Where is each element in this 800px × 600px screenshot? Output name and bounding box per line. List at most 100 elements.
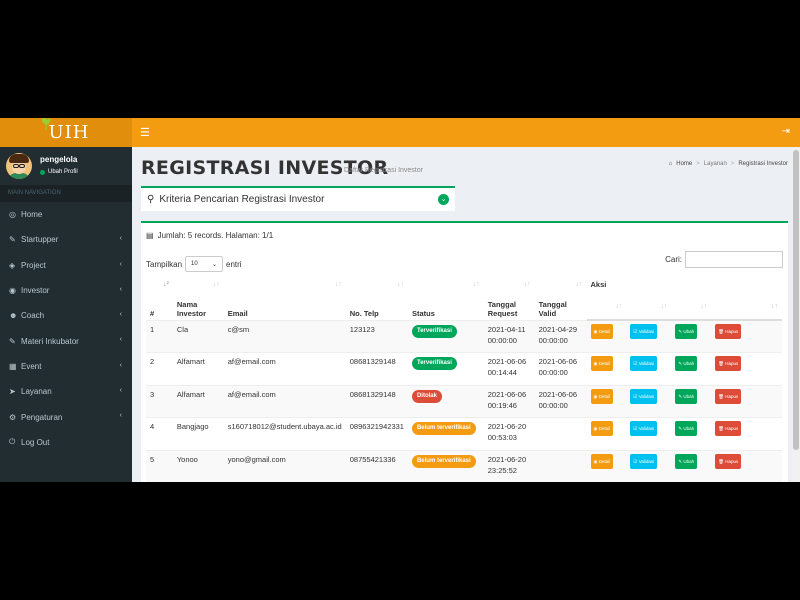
hapus-button[interactable]: 🗑 Hapus [715, 356, 742, 372]
col-telp[interactable]: ↓↑ No. Telp [346, 278, 408, 320]
logo-area[interactable]: UIH [0, 118, 132, 147]
cell-email: yono@gmail.com [223, 449, 346, 482]
nav-header: MAIN NAVIGATION [0, 185, 132, 202]
eye-icon: ◉ [593, 329, 598, 334]
criteria-title: Kriteria Pencarian Registrasi Investor [159, 194, 325, 205]
search-criteria-panel[interactable]: ⚲ Kriteria Pencarian Registrasi Investor… [141, 186, 455, 211]
sidebar-item-startupper[interactable]: ✎ Startupper ‹ [0, 227, 132, 252]
col-request[interactable]: ↓↑ Tanggal Request [484, 278, 535, 320]
logo-text: UIH [48, 122, 90, 143]
search-label: Cari: [665, 255, 682, 264]
cell-telp: 123123 [345, 319, 408, 353]
status-badge: Belum terverifikasi [411, 422, 476, 436]
sidebar-item-home[interactable]: ◎ Home [0, 202, 132, 227]
ubah-button[interactable]: ✎ Ubah [675, 453, 698, 469]
ubah-button[interactable]: ✎ Ubah [675, 324, 698, 339]
edit-icon: ✎ [678, 458, 683, 464]
sidebar-item-materi-inkubator[interactable]: ✎ Materi Inkubator ‹ [0, 328, 132, 353]
ubah-button[interactable]: ✎ Ubah [675, 388, 698, 404]
hapus-button[interactable]: 🗑 Hapus [715, 388, 742, 404]
cell-action: ✎ Ubah [671, 319, 712, 353]
col-aksi-ubah[interactable]: ↓↑ [671, 300, 712, 321]
col-no[interactable]: ↓² # [146, 278, 173, 320]
chevron-left-icon: ‹ [119, 285, 122, 293]
main-content: REGISTRASI INVESTOR Daftar Registrasi In… [132, 147, 800, 482]
detail-button[interactable]: ◉ Detail [590, 356, 614, 372]
detail-button-label: Detail [598, 393, 611, 399]
col-nama[interactable]: ↓↑ Nama Investor [173, 278, 224, 320]
trash-icon: 🗑 [718, 458, 724, 464]
validasi-button[interactable]: ☑ Validasi [630, 388, 658, 404]
sidebar-item-log-out[interactable]: ⏻ Log Out [0, 430, 132, 455]
sidebar-item-label: Log Out [21, 437, 50, 447]
cube-icon: ◈ [9, 260, 16, 270]
hapus-button[interactable]: 🗑 Hapus [715, 421, 742, 437]
scrollbar-thumb[interactable] [793, 150, 799, 450]
detail-button[interactable]: ◉ Detail [590, 421, 614, 437]
cell-no: 1 [146, 319, 173, 353]
request-time: 00:00:00 [487, 335, 517, 345]
edit-icon: ✎ [678, 426, 683, 432]
col-valid[interactable]: ↓↑ Tanggal Valid [535, 278, 587, 320]
cell-valid [534, 449, 587, 482]
check-icon: ☑ [633, 458, 638, 464]
sidebar-item-layanan[interactable]: ➤ Layanan ‹ [0, 379, 132, 404]
show-label: Tampilkan [146, 259, 183, 269]
detail-button-label: Detail [598, 458, 611, 464]
col-aksi-detail[interactable]: ↓↑ [586, 300, 627, 321]
cell-nama: Yonoo [172, 449, 224, 482]
cell-nama: Cla [172, 319, 224, 353]
col-email[interactable]: ↓↑ Email [224, 278, 346, 320]
hapus-button-label: Hapus [725, 393, 739, 399]
detail-button[interactable]: ◉ Detail [590, 324, 614, 339]
sidebar-item-project[interactable]: ◈ Project ‹ [0, 253, 132, 278]
validasi-button[interactable]: ☑ Validasi [630, 453, 658, 469]
chevron-left-icon: ‹ [119, 311, 122, 319]
scrollbar[interactable] [792, 147, 800, 482]
valid-date: 2021-04-29 [538, 324, 578, 334]
breadcrumb-current: Registrasi Investor [738, 161, 788, 167]
breadcrumb-home[interactable]: Home [676, 161, 692, 167]
sidebar-item-investor[interactable]: ◉ Investor ‹ [0, 278, 132, 303]
eye-icon: ◉ [9, 286, 16, 296]
search-input[interactable] [685, 251, 783, 268]
eye-icon: ◉ [593, 361, 598, 367]
page-length: Tampilkan 10 ⌄ entri [146, 256, 242, 272]
validasi-button-label: Validasi [638, 458, 655, 464]
sidebar-item-pengaturan[interactable]: ⚙ Pengaturan ‹ [0, 404, 132, 429]
breadcrumb-section[interactable]: Layanan [704, 161, 727, 167]
profile-link-label: Ubah Profil [48, 169, 78, 175]
ubah-button-label: Ubah [683, 393, 695, 399]
dashboard-icon: ◎ [9, 210, 16, 220]
validasi-button[interactable]: ☑ Validasi [630, 356, 658, 372]
validasi-button[interactable]: ☑ Validasi [630, 324, 658, 339]
col-status[interactable]: ↓↑ Status [408, 278, 484, 320]
page-length-select[interactable]: 10 ⌄ [185, 256, 224, 272]
users-icon: ☻ [9, 311, 18, 321]
check-icon: ☑ [633, 329, 638, 334]
chevron-down-icon[interactable]: ⌄ [438, 194, 449, 205]
chevron-left-icon: ‹ [119, 412, 122, 420]
hapus-button[interactable]: 🗑 Hapus [715, 324, 742, 339]
sign-out-icon[interactable]: ⇥ [782, 126, 790, 137]
detail-button[interactable]: ◉ Detail [590, 453, 614, 469]
profile-link[interactable]: Ubah Profil [40, 169, 78, 175]
edit-icon: ✎ [678, 361, 683, 367]
detail-button-label: Detail [598, 329, 611, 334]
col-aksi-hapus[interactable]: ↓↑ [711, 300, 782, 321]
col-aksi-validasi[interactable]: ↓↑ [626, 300, 672, 321]
cell-request: 2021-06-20 23:25:52 [483, 449, 535, 482]
detail-button[interactable]: ◉ Detail [590, 388, 614, 404]
ubah-button[interactable]: ✎ Ubah [675, 356, 698, 372]
sidebar-item-coach[interactable]: ☻ Coach ‹ [0, 303, 132, 328]
validasi-button[interactable]: ☑ Validasi [630, 421, 658, 437]
cell-action: 🗑 Hapus [711, 319, 782, 353]
sidebar-item-label: Investor [21, 286, 50, 296]
cell-telp: 08755421336 [345, 449, 408, 482]
ubah-button[interactable]: ✎ Ubah [675, 421, 698, 437]
hamburger-icon[interactable]: ☰ [140, 126, 150, 139]
hapus-button[interactable]: 🗑 Hapus [715, 453, 742, 469]
chevron-left-icon: ‹ [119, 260, 122, 268]
sidebar-item-event[interactable]: ▦ Event ‹ [0, 354, 132, 379]
cell-valid: 2021-06-06 00:00:00 [534, 384, 587, 418]
